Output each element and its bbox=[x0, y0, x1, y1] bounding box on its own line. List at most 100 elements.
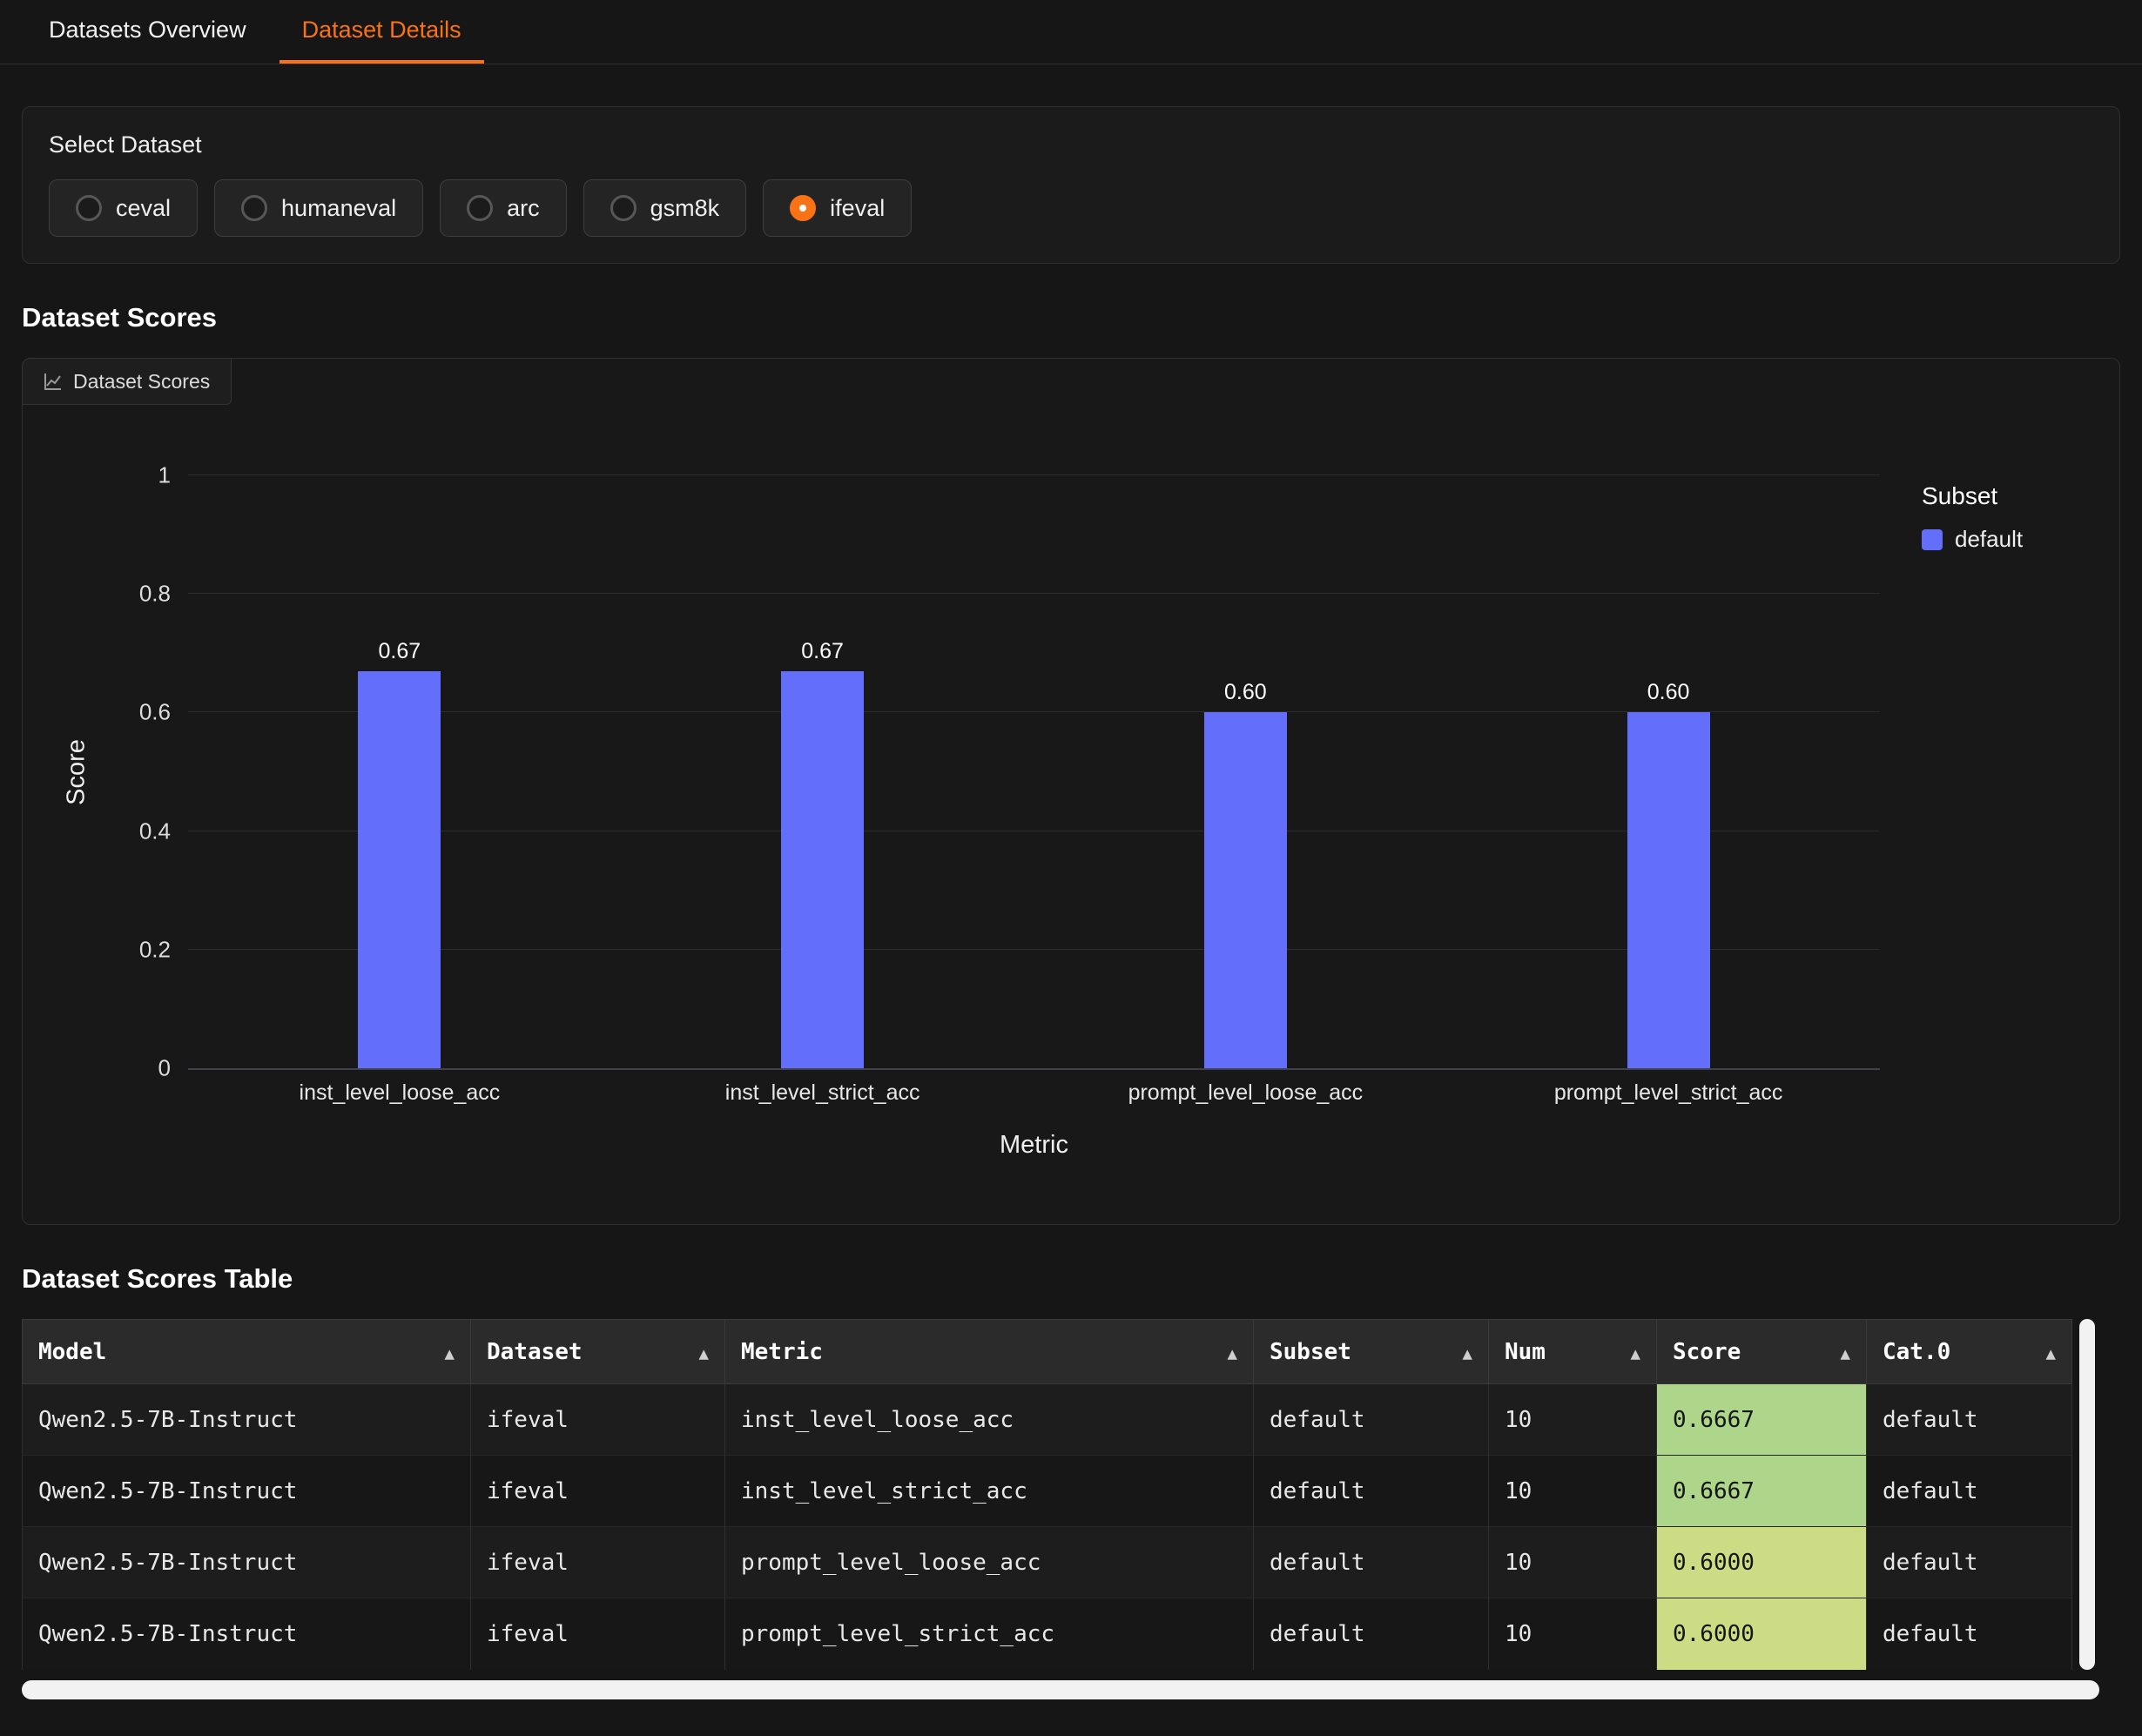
column-header-score[interactable]: Score▲ bbox=[1657, 1320, 1867, 1384]
vertical-scrollbar[interactable] bbox=[2079, 1319, 2095, 1670]
chart-legend: Subset default bbox=[1922, 482, 2139, 553]
sort-arrow-icon[interactable]: ▲ bbox=[1228, 1344, 1237, 1363]
dataset-scores-table: Model▲Dataset▲Metric▲Subset▲Num▲Score▲Ca… bbox=[22, 1319, 2072, 1670]
cell-cat0: default bbox=[1867, 1384, 2072, 1456]
bar-column-inst_level_loose_acc: 0.67 bbox=[188, 475, 611, 1068]
dataset-option-label: gsm8k bbox=[650, 195, 720, 222]
x-tick-label: prompt_level_strict_acc bbox=[1457, 1080, 1880, 1106]
cell-metric: inst_level_strict_acc bbox=[725, 1456, 1254, 1527]
bar-column-inst_level_strict_acc: 0.67 bbox=[611, 475, 1034, 1068]
column-header-model[interactable]: Model ▲ bbox=[23, 1320, 471, 1384]
legend-item-label: default bbox=[1955, 526, 2023, 553]
dataset-option-ifeval[interactable]: ifeval bbox=[763, 179, 912, 237]
dataset-option-ceval[interactable]: ceval bbox=[49, 179, 198, 237]
chart-panel-tab[interactable]: Dataset Scores bbox=[22, 358, 232, 405]
bars-row: 0.670.67 0.60 0.60 bbox=[188, 475, 1880, 1068]
column-header-label: Metric bbox=[741, 1339, 823, 1365]
cell-metric: prompt_level_strict_acc bbox=[725, 1598, 1254, 1670]
select-dataset-panel: Select Dataset ceval humaneval arc gsm8k ife… bbox=[22, 106, 2120, 264]
dataset-scores-heading: Dataset Scores bbox=[22, 302, 2120, 333]
y-tick-label: 0.4 bbox=[139, 818, 171, 844]
sort-arrow-icon[interactable]: ▲ bbox=[1841, 1344, 1850, 1363]
table-row: Qwen2.5-7B-Instructifevalprompt_level_lo… bbox=[23, 1527, 2072, 1598]
column-header-cat-0[interactable]: Cat.0▲ bbox=[1867, 1320, 2072, 1384]
legend-title: Subset bbox=[1922, 482, 2139, 510]
column-header-subset[interactable]: Subset▲ bbox=[1254, 1320, 1489, 1384]
bar-column-prompt_level_loose_acc: 0.60 bbox=[1034, 475, 1458, 1068]
table-row: Qwen2.5-7B-Instructifevalinst_level_stri… bbox=[23, 1456, 2072, 1527]
cell-dataset: ifeval bbox=[471, 1384, 725, 1456]
bar-inst_level_strict_acc[interactable] bbox=[781, 671, 864, 1068]
dataset-option-label: ifeval bbox=[830, 195, 885, 222]
cell-cat0: default bbox=[1867, 1456, 2072, 1527]
cell-metric: prompt_level_loose_acc bbox=[725, 1527, 1254, 1598]
sort-arrow-icon[interactable]: ▲ bbox=[2046, 1344, 2056, 1363]
sort-arrow-icon[interactable]: ▲ bbox=[445, 1344, 455, 1363]
column-header-num[interactable]: Num▲ bbox=[1489, 1320, 1657, 1384]
cell-model: Qwen2.5-7B-Instruct bbox=[23, 1598, 471, 1670]
cell-subset: default bbox=[1254, 1456, 1489, 1527]
cell-score: 0.6000 bbox=[1657, 1527, 1867, 1598]
cell-score: 0.6667 bbox=[1657, 1456, 1867, 1527]
y-tick-label: 0.8 bbox=[139, 581, 171, 608]
select-dataset-label: Select Dataset bbox=[49, 131, 2093, 158]
bar-value-label: 0.60 bbox=[1224, 680, 1267, 705]
dataset-scores-chart-panel: Dataset Scores Score 00.20.40.60.81 0.67… bbox=[22, 358, 2120, 1225]
legend-item-default[interactable]: default bbox=[1922, 526, 2139, 553]
x-tick-label: prompt_level_loose_acc bbox=[1034, 1080, 1458, 1106]
dataset-option-label: arc bbox=[507, 195, 540, 222]
legend-swatch-icon bbox=[1922, 529, 1943, 550]
dataset-option-gsm8k[interactable]: gsm8k bbox=[583, 179, 747, 237]
table-row: Qwen2.5-7B-Instructifevalprompt_level_st… bbox=[23, 1598, 2072, 1670]
cell-model: Qwen2.5-7B-Instruct bbox=[23, 1456, 471, 1527]
cell-subset: default bbox=[1254, 1384, 1489, 1456]
table-header-row: Model▲Dataset▲Metric▲Subset▲Num▲Score▲Ca… bbox=[23, 1320, 2072, 1384]
table-body: Qwen2.5-7B-Instructifevalinst_level_loos… bbox=[23, 1384, 2072, 1670]
sort-arrow-icon[interactable]: ▲ bbox=[699, 1344, 709, 1363]
cell-model: Qwen2.5-7B-Instruct bbox=[23, 1384, 471, 1456]
column-header-metric[interactable]: Metric ▲ bbox=[725, 1320, 1254, 1384]
cell-dataset: ifeval bbox=[471, 1527, 725, 1598]
cell-score: 0.6000 bbox=[1657, 1598, 1867, 1670]
tab-datasets-overview[interactable]: Datasets Overview bbox=[26, 0, 269, 64]
cell-dataset: ifeval bbox=[471, 1598, 725, 1670]
cell-score: 0.6667 bbox=[1657, 1384, 1867, 1456]
column-header-dataset[interactable]: Dataset ▲ bbox=[471, 1320, 725, 1384]
x-tick-label: inst_level_strict_acc bbox=[611, 1080, 1034, 1106]
radio-unchecked-icon bbox=[467, 195, 493, 221]
column-header-label: Dataset bbox=[487, 1339, 583, 1365]
dataset-option-humaneval[interactable]: humaneval bbox=[214, 179, 423, 237]
dataset-option-label: ceval bbox=[116, 195, 171, 222]
column-header-label: Model bbox=[38, 1339, 106, 1365]
bar-prompt_level_strict_acc[interactable] bbox=[1627, 712, 1710, 1068]
radio-checked-icon bbox=[790, 195, 816, 221]
cell-num: 10 bbox=[1489, 1384, 1657, 1456]
cell-metric: inst_level_loose_acc bbox=[725, 1384, 1254, 1456]
cell-dataset: ifeval bbox=[471, 1456, 725, 1527]
bar-value-label: 0.60 bbox=[1647, 680, 1690, 705]
cell-num: 10 bbox=[1489, 1456, 1657, 1527]
cell-model: Qwen2.5-7B-Instruct bbox=[23, 1527, 471, 1598]
y-tick-label: 1 bbox=[158, 462, 171, 489]
radio-unchecked-icon bbox=[610, 195, 637, 221]
bar-prompt_level_loose_acc[interactable] bbox=[1204, 712, 1287, 1068]
cell-num: 10 bbox=[1489, 1598, 1657, 1670]
x-axis-title: Metric bbox=[188, 1131, 1880, 1160]
bar-column-prompt_level_strict_acc: 0.60 bbox=[1457, 475, 1880, 1068]
x-axis-category-labels: inst_level_loose_accinst_level_strict_ac… bbox=[188, 1080, 1880, 1106]
dataset-scores-table-wrap: Model▲Dataset▲Metric▲Subset▲Num▲Score▲Ca… bbox=[22, 1319, 2120, 1670]
bar-inst_level_loose_acc[interactable] bbox=[358, 671, 441, 1068]
top-tab-bar: Datasets Overview Dataset Details bbox=[0, 0, 2142, 64]
sort-arrow-icon[interactable]: ▲ bbox=[1631, 1344, 1640, 1363]
horizontal-scrollbar[interactable] bbox=[22, 1680, 2099, 1699]
dataset-option-arc[interactable]: arc bbox=[440, 179, 567, 237]
sort-arrow-icon[interactable]: ▲ bbox=[1463, 1344, 1472, 1363]
cell-cat0: default bbox=[1867, 1598, 2072, 1670]
y-axis-title: Score bbox=[63, 739, 91, 805]
cell-cat0: default bbox=[1867, 1527, 2072, 1598]
dataset-option-label: humaneval bbox=[281, 195, 396, 222]
chart-panel-tab-label: Dataset Scores bbox=[73, 370, 210, 394]
radio-unchecked-icon bbox=[76, 195, 102, 221]
tab-dataset-details[interactable]: Dataset Details bbox=[280, 0, 484, 64]
x-tick-label: inst_level_loose_acc bbox=[188, 1080, 611, 1106]
